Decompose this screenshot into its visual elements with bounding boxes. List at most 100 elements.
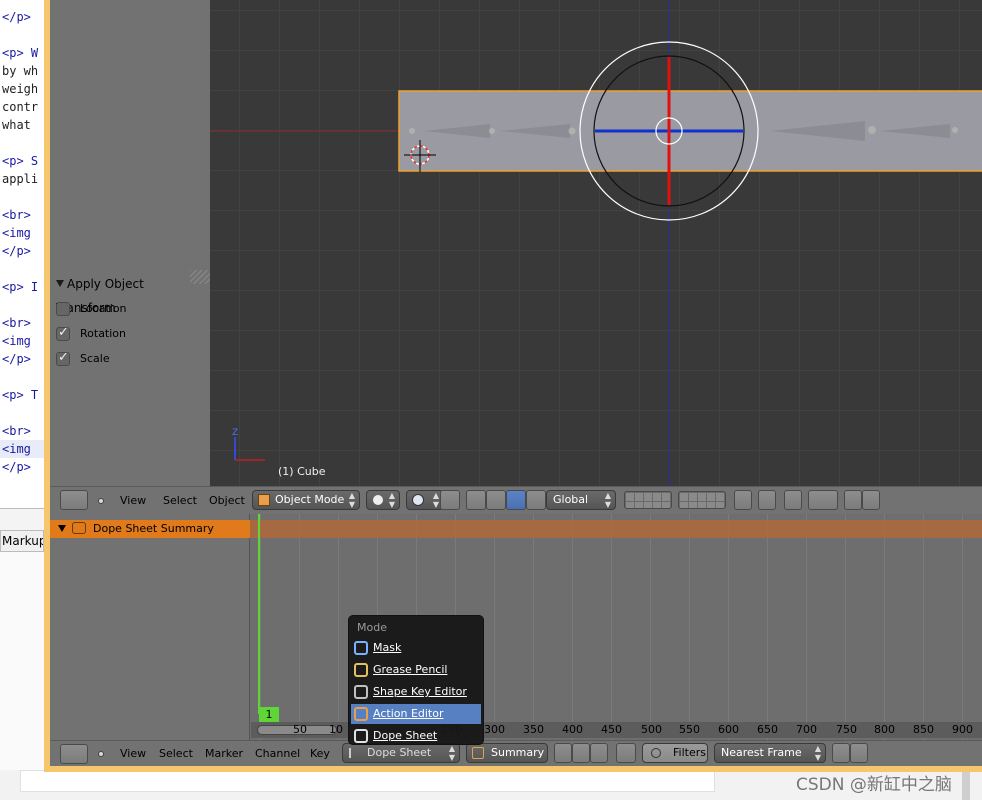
dope-summary-channel[interactable]: Dope Sheet Summary [50, 520, 250, 538]
checkbox[interactable]: ✓ [56, 324, 70, 341]
menu-select[interactable]: Select [163, 494, 197, 507]
ruler-tick-label: 500 [641, 723, 662, 736]
ruler-tick-label: 400 [562, 723, 583, 736]
dope-sheet-header: View Select Marker Channel Key Dope Shee… [50, 740, 982, 766]
snap-magnet-icon[interactable] [784, 490, 802, 510]
filters-icon [651, 748, 661, 758]
code-line: <img [0, 440, 44, 458]
pencil-icon [354, 663, 368, 677]
render-animation-icon[interactable] [862, 490, 880, 510]
pivot-select[interactable]: ▲ ▼ [406, 490, 444, 510]
ruler-tick-label: 650 [757, 723, 778, 736]
checkbox[interactable]: ✓ [56, 350, 70, 366]
3d-viewport[interactable]: Z (1) Cube [210, 0, 982, 486]
manipulator-toggle-icon[interactable] [440, 490, 460, 510]
snap-mode-select[interactable]: Nearest Frame ▲ ▼ [714, 743, 826, 763]
translate-manipulator-icon[interactable] [466, 490, 486, 510]
apply-option-label: Scale [80, 352, 110, 365]
orientation-label: Global [553, 493, 589, 506]
apply-transform-title[interactable]: Apply Object Transform [56, 272, 206, 315]
editor-type-cube-icon[interactable] [60, 490, 88, 510]
paste-keyframes-icon[interactable] [850, 743, 868, 763]
error-filter-icon[interactable] [590, 743, 608, 763]
proportional-edit-icon[interactable] [758, 490, 776, 510]
dope-mode-label: Dope Sheet [367, 746, 432, 759]
shape-key-icon [354, 685, 368, 699]
pivot-icon [412, 494, 424, 506]
code-line: appli [2, 172, 39, 186]
only-selected-icon[interactable] [554, 743, 572, 763]
code-line: <img [2, 334, 31, 348]
mode-menu-item-action-editor[interactable]: Action Editor [351, 704, 481, 724]
summary-icon [472, 747, 484, 759]
object-mode-select[interactable]: Object Mode ▲ ▼ [252, 490, 360, 510]
current-frame-badge[interactable]: 1 [259, 707, 279, 722]
apply-option-scale[interactable]: ✓ Scale [56, 346, 206, 371]
collapse-menu-icon[interactable] [98, 498, 104, 504]
lock-layers-icon[interactable] [734, 490, 752, 510]
expand-arrow-icon[interactable] [58, 525, 66, 532]
ruler-tick-label: 50 [293, 723, 307, 736]
editor-type-dope-icon[interactable] [60, 744, 88, 764]
menu-channel[interactable]: Channel [255, 747, 300, 760]
dope-summary-track [250, 520, 982, 538]
apply-option-rotation[interactable]: ✓ Rotation [56, 321, 206, 346]
outer-scrollbar[interactable] [962, 772, 970, 800]
search-icon[interactable] [616, 743, 636, 763]
menu-view[interactable]: View [120, 494, 146, 507]
apply-transform-panel: Apply Object Transform Location ✓ Rotation… [56, 272, 206, 371]
ruler-tick-label: 450 [601, 723, 622, 736]
menu-select[interactable]: Select [159, 747, 193, 760]
dope-mode-select[interactable]: Dope Sheet ▲ ▼ [342, 743, 460, 763]
ruler-tick-label: 550 [679, 723, 700, 736]
vertex-dot [568, 127, 576, 135]
scale-manipulator-icon[interactable] [526, 490, 546, 510]
object-mode-icon [258, 494, 270, 506]
code-line: <p> I [2, 280, 39, 294]
ghost-icon[interactable] [572, 743, 590, 763]
snap-element-icon[interactable] [808, 490, 838, 510]
ruler-tick-label: 800 [874, 723, 895, 736]
menu-key[interactable]: Key [310, 747, 330, 760]
mode-menu-item-dope-sheet[interactable]: Dope Sheet [351, 726, 481, 746]
copy-keyframes-icon[interactable] [832, 743, 850, 763]
ruler-tick-label: 750 [836, 723, 857, 736]
mode-menu-item-label: Shape Key Editor [373, 685, 467, 698]
summary-toggle[interactable]: Summary [466, 743, 548, 763]
filters-label: Filters [673, 746, 706, 759]
ruler-tick-label: 600 [718, 723, 739, 736]
code-line: <p> S [2, 154, 39, 168]
rotate-arrow-icon[interactable] [486, 490, 506, 510]
mask-icon [354, 641, 368, 655]
ruler-tick-label: 900 [952, 723, 973, 736]
apply-option-label: Rotation [80, 327, 127, 340]
mode-menu-item-grease-pencil[interactable]: Grease Pencil [351, 660, 481, 680]
collapse-menu-icon[interactable] [98, 751, 104, 757]
code-editor[interactable]: </p> <p> W by wh weigh contr what <p> S appli <… [0, 0, 44, 508]
checkmark-icon: ✓ [58, 324, 69, 340]
menu-view[interactable]: View [120, 747, 146, 760]
ruler-tick-label: 10 [329, 723, 343, 736]
rotate-manipulator-icon[interactable] [506, 490, 526, 510]
summary-channel-label: Dope Sheet Summary [93, 522, 214, 535]
ruler-tick-label: 300 [484, 723, 505, 736]
dope-sheet-area[interactable]: Dope Sheet Summary 1 5010250300350400450… [50, 514, 982, 740]
viewport-scene: Z [210, 0, 982, 486]
ruler-tick-label: 850 [913, 723, 934, 736]
code-line: <img [2, 226, 31, 240]
layers-grid-left[interactable] [624, 491, 672, 509]
menu-marker[interactable]: Marker [205, 747, 243, 760]
code-line: <br> [2, 208, 31, 222]
playhead-line[interactable] [258, 514, 260, 714]
markup-tab[interactable]: Markup [0, 530, 44, 552]
bottom-input[interactable] [20, 770, 715, 792]
layers-grid-right[interactable] [678, 491, 726, 509]
filters-button[interactable]: Filters [642, 743, 708, 763]
menu-object[interactable]: Object [209, 494, 245, 507]
render-camera-icon[interactable] [844, 490, 862, 510]
orientation-select[interactable]: Global ▲ ▼ [546, 490, 616, 510]
mode-menu-item-shape-key-editor[interactable]: Shape Key Editor [351, 682, 481, 702]
viewport-shading-select[interactable]: ▲ ▼ [366, 490, 400, 510]
mode-menu-item-mask[interactable]: Mask [351, 638, 481, 658]
checkbox[interactable] [56, 301, 70, 316]
